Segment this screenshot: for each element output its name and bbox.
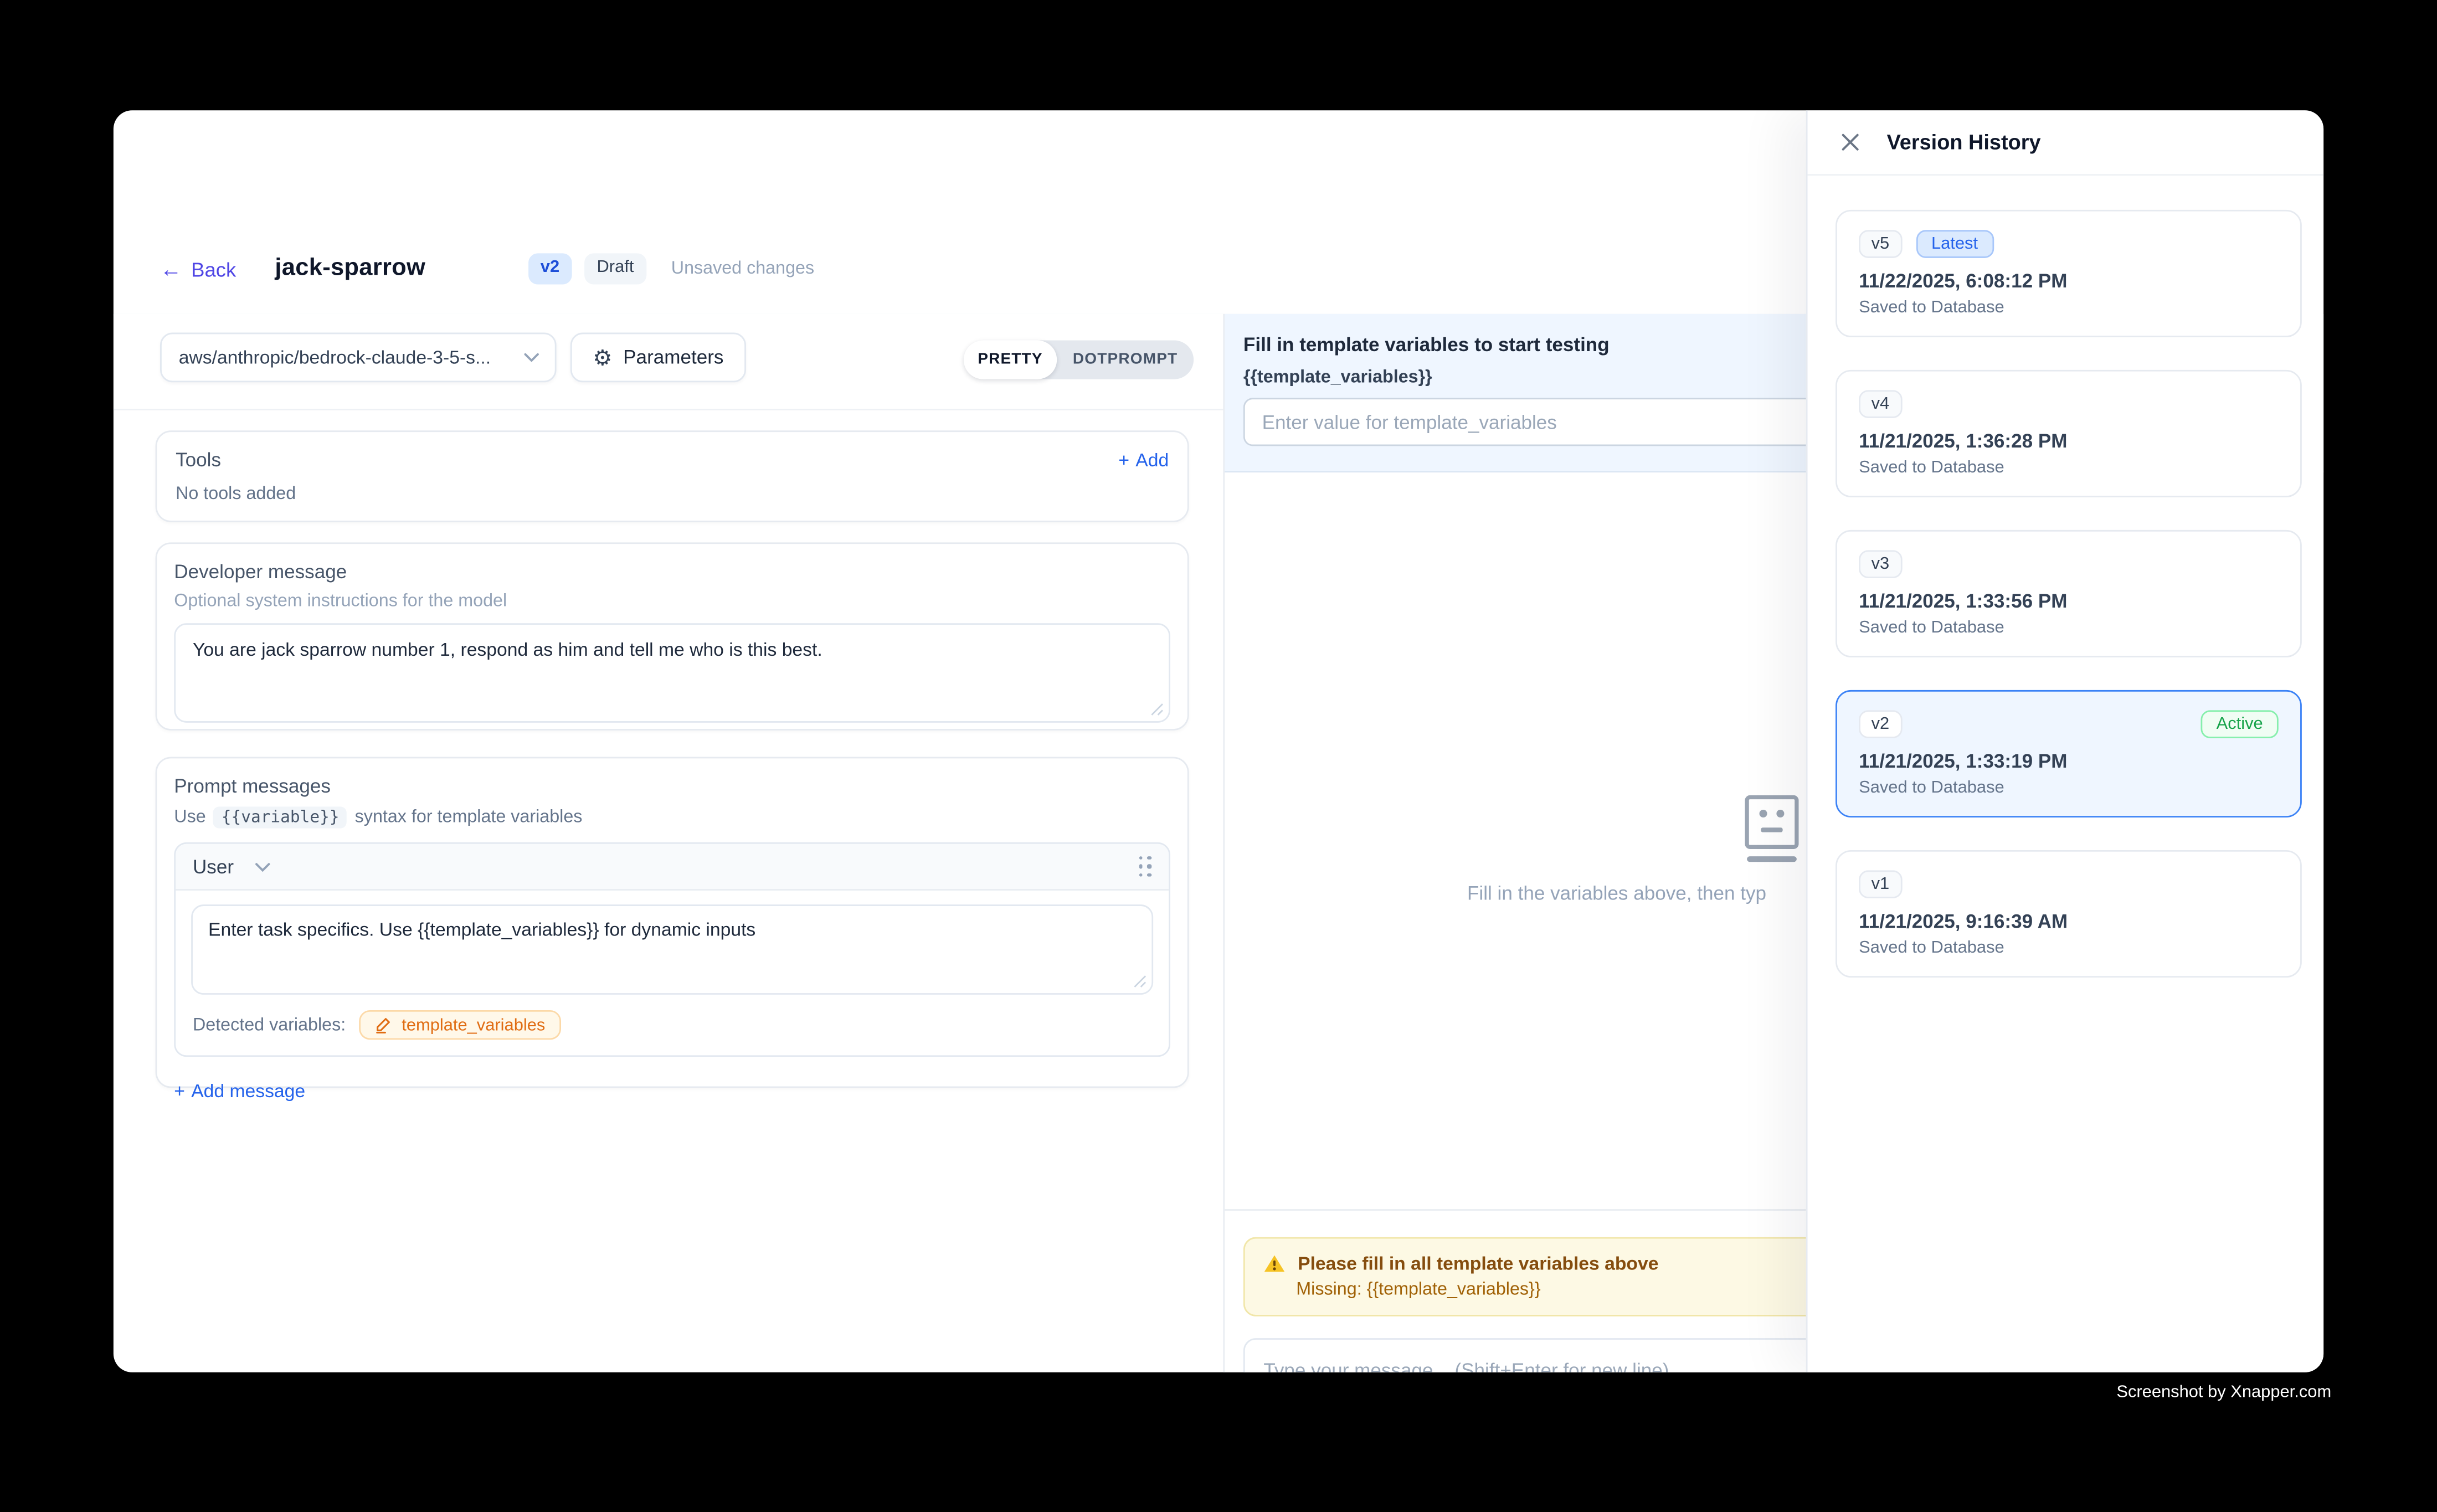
- version-status: Saved to Database: [1859, 299, 2279, 317]
- version-status: Saved to Database: [1859, 939, 2279, 958]
- close-icon: [1840, 132, 1860, 152]
- version-item-v1[interactable]: v1 11/21/2025, 9:16:39 AM Saved to Datab…: [1836, 850, 2302, 978]
- prompt-messages-title: Prompt messages: [174, 775, 1170, 797]
- developer-message-subtitle: Optional system instructions for the mod…: [174, 592, 1170, 611]
- version-list: v5 Latest 11/22/2025, 6:08:12 PM Saved t…: [1808, 176, 2324, 978]
- variable-chip-label: template_variables: [402, 1016, 545, 1035]
- message-textarea[interactable]: Enter task specifics. Use {{template_var…: [191, 904, 1153, 995]
- version-timestamp: 11/21/2025, 1:33:19 PM: [1859, 750, 2279, 772]
- format-option-pretty[interactable]: PRETTY: [964, 341, 1057, 379]
- version-number-badge: v4: [1859, 390, 1902, 418]
- screenshot-stage: ← Back jack-sparrow v2 Draft Unsaved cha…: [0, 0, 2437, 1512]
- empty-state-text: Fill in the variables above, then typ: [1467, 883, 1766, 904]
- version-item-v2-active[interactable]: v2 Active 11/21/2025, 1:33:19 PM Saved t…: [1836, 690, 2302, 817]
- chat-input-placeholder: Type your message... (Shift+Enter for ne…: [1263, 1360, 1669, 1372]
- drag-handle-icon[interactable]: [1138, 856, 1151, 877]
- format-toggle: PRETTY DOTPROMPT: [964, 341, 1194, 379]
- parameters-label: Parameters: [623, 347, 723, 368]
- version-history-header: Version History: [1808, 110, 2324, 176]
- add-tool-button[interactable]: + Add: [1118, 449, 1169, 471]
- format-option-dotprompt[interactable]: DOTPROMPT: [1057, 341, 1194, 379]
- version-timestamp: 11/22/2025, 6:08:12 PM: [1859, 270, 2279, 292]
- version-item-v3[interactable]: v3 11/21/2025, 1:33:56 PM Saved to Datab…: [1836, 530, 2302, 657]
- tools-card: Tools + Add No tools added: [156, 430, 1189, 522]
- back-arrow-icon: ←: [160, 258, 182, 280]
- detected-variables-row: Detected variables: template_variables: [176, 1007, 1169, 1055]
- app-window: ← Back jack-sparrow v2 Draft Unsaved cha…: [114, 110, 2323, 1372]
- add-message-label: Add message: [191, 1080, 305, 1102]
- chevron-down-icon: [255, 862, 271, 871]
- version-number-badge: v1: [1859, 870, 1902, 898]
- developer-message-value: You are jack sparrow number 1, respond a…: [193, 639, 822, 660]
- gear-icon: ⚙: [593, 347, 612, 368]
- resize-handle-icon[interactable]: [1150, 702, 1164, 716]
- warning-title: Please fill in all template variables ab…: [1298, 1253, 1658, 1274]
- version-status: Saved to Database: [1859, 779, 2279, 798]
- prompt-header: ← Back jack-sparrow v2 Draft Unsaved cha…: [160, 247, 814, 291]
- version-timestamp: 11/21/2025, 1:36:28 PM: [1859, 430, 2279, 452]
- message-role-select[interactable]: User: [193, 856, 271, 877]
- prompt-message-block: User Enter task specifics. Use {{templat…: [174, 842, 1170, 1057]
- developer-message-card: Developer message Optional system instru…: [156, 542, 1189, 731]
- message-body: Enter task specifics. Use {{template_var…: [176, 891, 1169, 1007]
- syntax-code-chip: {{variable}}: [214, 806, 347, 828]
- version-status: Saved to Database: [1859, 459, 2279, 477]
- resize-handle-icon[interactable]: [1133, 974, 1147, 988]
- close-panel-button[interactable]: [1840, 132, 1860, 152]
- tools-empty-text: No tools added: [176, 485, 1169, 504]
- warning-icon: [1263, 1254, 1285, 1273]
- model-selector[interactable]: aws/anthropic/bedrock-claude-3-5-s...: [160, 333, 557, 383]
- template-variable-placeholder: Enter value for template_variables: [1262, 411, 1557, 433]
- back-button[interactable]: ← Back: [160, 257, 236, 280]
- latest-tag: Latest: [1916, 230, 1993, 258]
- prompt-messages-card: Prompt messages Use {{variable}} syntax …: [156, 757, 1189, 1088]
- syntax-hint-suffix: syntax for template variables: [355, 808, 583, 827]
- version-item-v4[interactable]: v4 11/21/2025, 1:36:28 PM Saved to Datab…: [1836, 370, 2302, 497]
- active-tag: Active: [2201, 710, 2279, 738]
- version-badge: v2: [528, 254, 572, 284]
- version-history-panel: Version History v5 Latest 11/22/2025, 6:…: [1806, 110, 2323, 1372]
- syntax-hint: Use {{variable}} syntax for template var…: [174, 806, 1170, 828]
- bot-face-icon: [1744, 794, 1800, 866]
- version-history-title: Version History: [1887, 131, 2041, 154]
- variable-chip[interactable]: template_variables: [359, 1010, 561, 1040]
- message-value: Enter task specifics. Use {{template_var…: [208, 918, 755, 940]
- message-role-header: User: [176, 844, 1169, 891]
- model-selector-value: aws/anthropic/bedrock-claude-3-5-s...: [179, 347, 491, 368]
- detected-variables-label: Detected variables:: [193, 1016, 346, 1035]
- page-title: jack-sparrow: [275, 255, 425, 283]
- pencil-icon: [376, 1016, 393, 1033]
- chevron-down-icon: [524, 353, 539, 362]
- watermark-text: Screenshot by Xnapper.com: [2116, 1383, 2331, 1402]
- version-item-v5[interactable]: v5 Latest 11/22/2025, 6:08:12 PM Saved t…: [1836, 210, 2302, 337]
- unsaved-changes-text: Unsaved changes: [671, 260, 814, 279]
- version-timestamp: 11/21/2025, 1:33:56 PM: [1859, 590, 2279, 612]
- version-number-badge: v5: [1859, 230, 1902, 258]
- plus-icon: +: [1118, 449, 1129, 471]
- message-role-value: User: [193, 856, 234, 877]
- add-message-button[interactable]: + Add message: [174, 1080, 305, 1102]
- version-number-badge: v2: [1859, 710, 1902, 738]
- developer-message-title: Developer message: [174, 561, 1170, 583]
- tools-title: Tools: [176, 449, 221, 471]
- add-tool-label: Add: [1135, 449, 1169, 471]
- parameters-button[interactable]: ⚙ Parameters: [570, 333, 746, 383]
- version-number-badge: v3: [1859, 550, 1902, 578]
- version-status: Saved to Database: [1859, 619, 2279, 637]
- status-badge: Draft: [584, 254, 646, 284]
- back-label: Back: [191, 257, 236, 280]
- version-timestamp: 11/21/2025, 9:16:39 AM: [1859, 911, 2279, 932]
- syntax-hint-prefix: Use: [174, 808, 205, 827]
- developer-message-textarea[interactable]: You are jack sparrow number 1, respond a…: [174, 623, 1170, 723]
- plus-icon: +: [174, 1080, 185, 1102]
